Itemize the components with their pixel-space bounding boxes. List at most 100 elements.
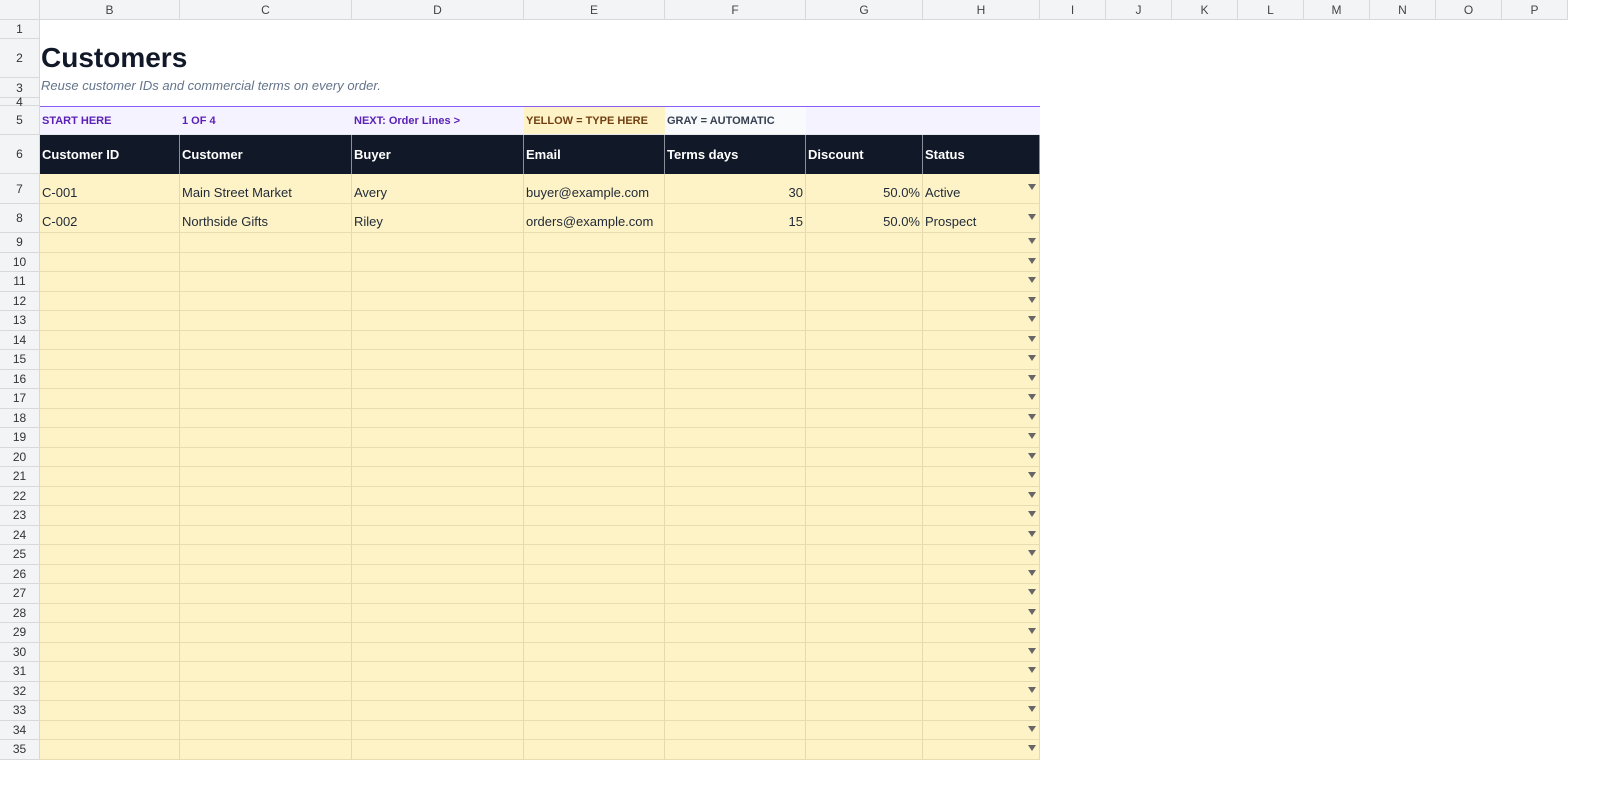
input-cell[interactable] <box>40 428 180 448</box>
input-cell[interactable] <box>40 545 180 565</box>
row-header-15[interactable]: 15 <box>0 350 40 370</box>
input-cell[interactable] <box>923 584 1040 604</box>
input-cell[interactable] <box>665 233 806 253</box>
column-header-f[interactable]: F <box>665 0 806 20</box>
input-cell[interactable] <box>352 701 524 721</box>
input-cell[interactable] <box>665 720 806 740</box>
input-cell[interactable] <box>352 564 524 584</box>
input-cell[interactable] <box>923 740 1040 760</box>
input-cell[interactable] <box>180 603 352 623</box>
input-cell[interactable] <box>524 350 665 370</box>
input-cell[interactable] <box>352 603 524 623</box>
row-header-24[interactable]: 24 <box>0 525 40 545</box>
input-cell[interactable] <box>665 623 806 643</box>
input-cell[interactable]: Main Street Market <box>180 174 352 204</box>
input-cell[interactable] <box>352 408 524 428</box>
input-cell[interactable] <box>40 447 180 467</box>
input-cell[interactable] <box>665 389 806 409</box>
input-cell[interactable] <box>352 486 524 506</box>
input-cell[interactable] <box>40 623 180 643</box>
chevron-down-icon[interactable] <box>1028 394 1036 400</box>
input-cell[interactable] <box>806 662 923 682</box>
input-cell[interactable] <box>524 233 665 253</box>
row-header-33[interactable]: 33 <box>0 701 40 721</box>
input-cell[interactable]: C-002 <box>40 204 180 233</box>
chevron-down-icon[interactable] <box>1028 296 1036 303</box>
input-cell[interactable] <box>180 681 352 701</box>
input-cell[interactable] <box>806 233 923 253</box>
input-cell[interactable] <box>180 486 352 506</box>
input-cell[interactable] <box>806 408 923 428</box>
input-cell[interactable] <box>806 525 923 545</box>
banner-next-link[interactable]: NEXT: Order Lines > <box>352 107 524 134</box>
input-cell[interactable] <box>40 389 180 409</box>
column-header-g[interactable]: G <box>806 0 923 20</box>
input-cell[interactable] <box>524 662 665 682</box>
input-cell[interactable]: Active <box>923 174 1040 204</box>
input-cell[interactable] <box>180 545 352 565</box>
input-cell[interactable] <box>665 701 806 721</box>
input-cell[interactable] <box>180 701 352 721</box>
input-cell[interactable] <box>524 389 665 409</box>
chevron-down-icon[interactable] <box>1028 667 1036 673</box>
input-cell[interactable] <box>665 330 806 350</box>
column-header-k[interactable]: K <box>1172 0 1238 20</box>
input-cell[interactable]: Northside Gifts <box>180 204 352 233</box>
input-cell[interactable] <box>665 603 806 623</box>
chevron-down-icon[interactable] <box>1028 725 1036 732</box>
chevron-down-icon[interactable] <box>1028 530 1036 537</box>
input-cell[interactable] <box>352 720 524 740</box>
input-cell[interactable] <box>665 311 806 331</box>
row-header-32[interactable]: 32 <box>0 681 40 701</box>
input-cell[interactable] <box>180 525 352 545</box>
input-cell[interactable]: Avery <box>352 174 524 204</box>
input-cell[interactable] <box>524 720 665 740</box>
column-header-c[interactable]: C <box>180 0 352 20</box>
input-cell[interactable]: buyer@example.com <box>524 174 665 204</box>
input-cell[interactable] <box>180 428 352 448</box>
input-cell[interactable] <box>665 408 806 428</box>
input-cell[interactable] <box>665 545 806 565</box>
input-cell[interactable] <box>524 330 665 350</box>
input-cell[interactable] <box>40 506 180 526</box>
row-header-11[interactable]: 11 <box>0 272 40 292</box>
input-cell[interactable] <box>40 720 180 740</box>
input-cell[interactable] <box>40 642 180 662</box>
row-header-16[interactable]: 16 <box>0 369 40 389</box>
column-header-o[interactable]: O <box>1436 0 1502 20</box>
input-cell[interactable] <box>665 642 806 662</box>
input-cell[interactable] <box>665 564 806 584</box>
input-cell[interactable] <box>806 447 923 467</box>
input-cell[interactable] <box>665 428 806 448</box>
column-header-i[interactable]: I <box>1040 0 1106 20</box>
row-header-21[interactable]: 21 <box>0 467 40 487</box>
input-cell[interactable] <box>665 662 806 682</box>
input-cell[interactable] <box>40 291 180 311</box>
input-cell[interactable] <box>524 623 665 643</box>
input-cell[interactable] <box>352 447 524 467</box>
input-cell[interactable] <box>352 272 524 292</box>
chevron-down-icon[interactable] <box>1028 550 1036 556</box>
input-cell[interactable] <box>806 642 923 662</box>
chevron-down-icon[interactable] <box>1028 647 1036 654</box>
input-cell[interactable] <box>665 467 806 487</box>
input-cell[interactable] <box>923 350 1040 370</box>
input-cell[interactable] <box>352 330 524 350</box>
input-cell[interactable] <box>806 740 923 760</box>
row-header-35[interactable]: 35 <box>0 740 40 760</box>
input-cell[interactable] <box>524 525 665 545</box>
input-cell[interactable] <box>40 603 180 623</box>
column-header-b[interactable]: B <box>40 0 180 20</box>
input-cell[interactable] <box>524 369 665 389</box>
input-cell[interactable] <box>40 681 180 701</box>
input-cell[interactable] <box>524 681 665 701</box>
row-header-19[interactable]: 19 <box>0 428 40 448</box>
input-cell[interactable] <box>40 525 180 545</box>
column-header-m[interactable]: M <box>1304 0 1370 20</box>
row-header-20[interactable]: 20 <box>0 447 40 467</box>
input-cell[interactable] <box>806 291 923 311</box>
input-cell[interactable] <box>923 681 1040 701</box>
input-cell[interactable] <box>806 330 923 350</box>
input-cell[interactable] <box>40 408 180 428</box>
input-cell[interactable] <box>524 486 665 506</box>
